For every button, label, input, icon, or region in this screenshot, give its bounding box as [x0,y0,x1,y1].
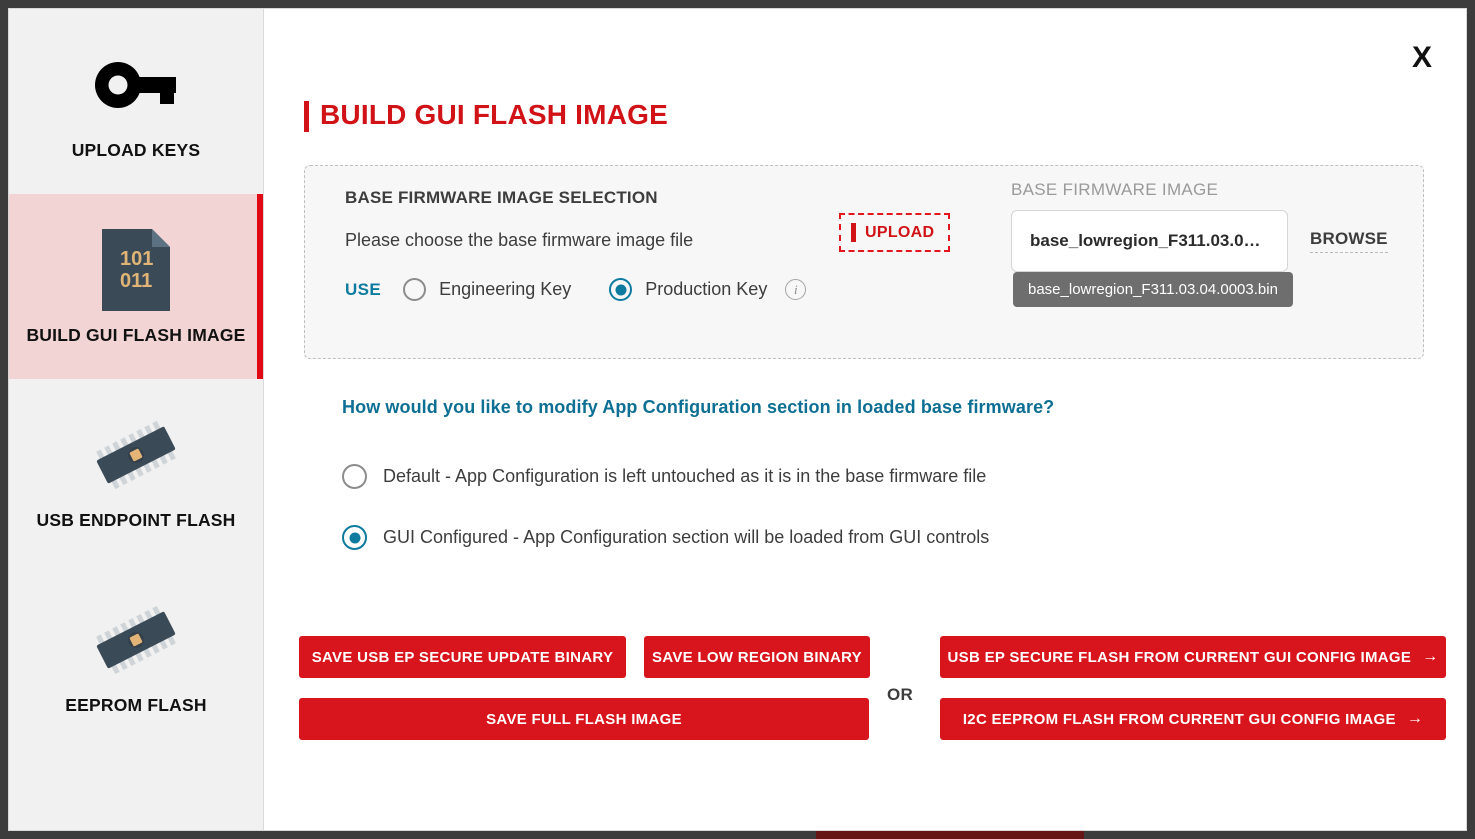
base-firmware-selection-panel: BASE FIRMWARE IMAGE SELECTION Please cho… [304,165,1424,359]
info-icon[interactable]: i [785,279,807,300]
app-config-question: How would you like to modify App Configu… [342,397,1055,417]
or-separator-label: OR [887,685,914,704]
binary-file-icon: 101 011 [98,227,174,313]
sidebar-item-label: EEPROM FLASH [65,695,207,715]
chip-icon [84,412,188,498]
radio-production-key-label: Production Key [645,279,768,299]
action-buttons: SAVE USB EP SECURE UPDATE BINARY SAVE LO… [299,636,1447,756]
sidebar-item-label: UPLOAD KEYS [71,140,201,160]
sidebar-item-upload-keys[interactable]: UPLOAD KEYS [9,9,263,194]
key-selection-row: USE Engineering Key Production Key i [345,278,807,301]
i2c-eeprom-flash-button[interactable]: I2C EEPROM FLASH FROM CURRENT GUI CONFIG… [940,698,1446,740]
key-icon [94,42,178,128]
app-root: ✦ DOWNLOAD FIRMWARE UPLOAD KEYS [0,0,1475,839]
app-config-option-gui-configured-label: GUI Configured - App Configuration secti… [383,527,990,547]
title-accent-bar [304,100,309,132]
radio-engineering-key-label: Engineering Key [439,279,572,299]
svg-text:101: 101 [120,248,153,270]
button-label: SAVE USB EP SECURE UPDATE BINARY [311,648,614,666]
svg-text:011: 011 [120,270,152,292]
base-firmware-file-input[interactable]: base_lowregion_F311.03.0… [1011,210,1288,272]
close-icon[interactable]: X [1412,43,1432,73]
button-label: SAVE FULL FLASH IMAGE [486,710,682,728]
page-title: BUILD GUI FLASH IMAGE [304,99,1426,132]
button-label: USB EP SECURE FLASH FROM CURRENT GUI CON… [947,648,1412,666]
base-firmware-image-field-row: base_lowregion_F311.03.0… BROWSE [1011,210,1401,272]
base-firmware-file-tooltip: base_lowregion_F311.03.04.0003.bin [1013,272,1293,307]
page-title-text: BUILD GUI FLASH IMAGE [320,99,668,130]
save-full-flash-image-button[interactable]: SAVE FULL FLASH IMAGE [299,698,869,740]
upload-button[interactable]: UPLOAD [839,213,951,252]
radio-gui-configured[interactable] [342,525,367,550]
app-config-option-default[interactable]: Default - App Configuration is left unto… [342,464,1426,489]
button-label: SAVE LOW REGION BINARY [652,648,862,666]
upload-button-label: UPLOAD [865,223,935,241]
sidebar-item-build-gui-flash-image[interactable]: 101 011 BUILD GUI FLASH IMAGE [9,194,263,379]
radio-production-key[interactable] [609,278,633,301]
usb-ep-secure-flash-button[interactable]: USB EP SECURE FLASH FROM CURRENT GUI CON… [940,636,1446,678]
sidebar: UPLOAD KEYS 101 011 BUILD GUI FLASH IMAG… [9,9,264,830]
arrow-right-icon: → [1406,710,1424,727]
browse-button[interactable]: BROWSE [1310,229,1388,253]
sidebar-item-usb-endpoint-flash[interactable]: USB ENDPOINT FLASH [9,379,263,564]
use-label: USE [345,279,382,299]
base-firmware-image-field-block: BASE FIRMWARE IMAGE base_lowregion_F311.… [1011,180,1401,307]
sidebar-item-label: USB ENDPOINT FLASH [36,510,236,530]
save-low-region-binary-button[interactable]: SAVE LOW REGION BINARY [644,636,870,678]
save-usb-ep-secure-update-binary-button[interactable]: SAVE USB EP SECURE UPDATE BINARY [299,636,626,678]
radio-default[interactable] [342,464,367,489]
build-gui-flash-image-modal: UPLOAD KEYS 101 011 BUILD GUI FLASH IMAG… [8,8,1467,831]
radio-engineering-key[interactable] [403,278,427,301]
arrow-right-icon: → [1422,648,1439,665]
base-firmware-image-caption: BASE FIRMWARE IMAGE [1011,180,1219,199]
main-content: X BUILD GUI FLASH IMAGE BASE FIRMWARE IM… [264,9,1466,830]
app-config-option-gui-configured[interactable]: GUI Configured - App Configuration secti… [342,525,1426,550]
sidebar-item-eeprom-flash[interactable]: EEPROM FLASH [9,564,263,749]
button-label: I2C EEPROM FLASH FROM CURRENT GUI CONFIG… [962,710,1396,728]
sidebar-item-label: BUILD GUI FLASH IMAGE [26,325,246,345]
background-download-firmware-button[interactable]: ✦ DOWNLOAD FIRMWARE [816,831,1084,839]
upload-accent-bar [851,223,856,242]
chip-icon [84,597,188,683]
app-config-option-default-label: Default - App Configuration is left unto… [383,466,987,486]
